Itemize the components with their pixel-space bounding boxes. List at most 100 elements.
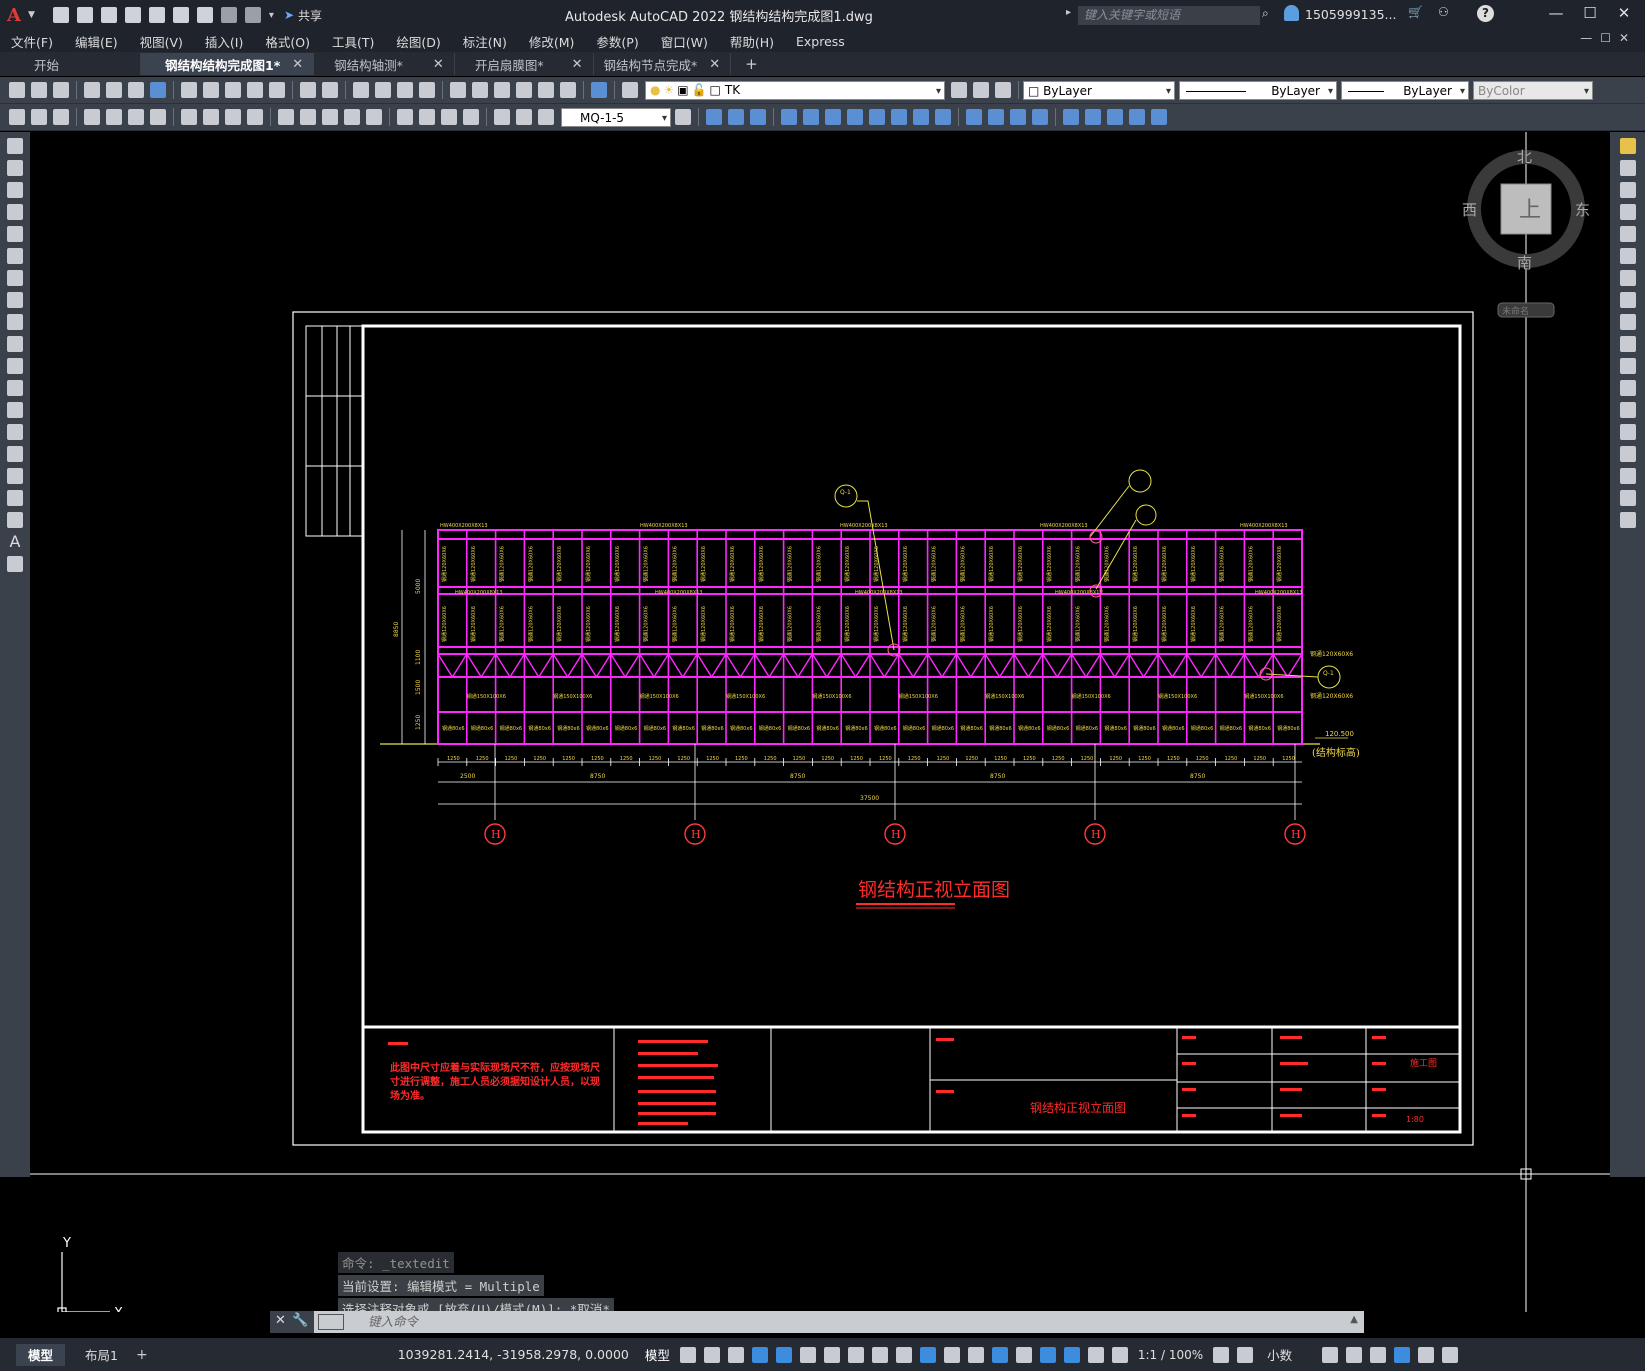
line-icon[interactable] bbox=[7, 138, 23, 154]
visual-style-c-icon[interactable] bbox=[1010, 109, 1026, 125]
customize-quick-access-icon[interactable]: ▾ bbox=[269, 10, 274, 21]
selection-cycling-icon[interactable] bbox=[943, 1346, 960, 1363]
block-editor-icon[interactable] bbox=[269, 82, 285, 98]
publish-icon[interactable] bbox=[128, 82, 144, 98]
doc-window-controls[interactable]: —☐✕ bbox=[1580, 31, 1637, 45]
join-icon[interactable] bbox=[1619, 424, 1636, 440]
search-icon[interactable]: ⌕ bbox=[1262, 6, 1269, 21]
properties-icon[interactable] bbox=[450, 82, 466, 98]
construction-line-icon[interactable] bbox=[7, 160, 23, 176]
isodraft-icon[interactable] bbox=[823, 1346, 840, 1363]
menu-dimension[interactable]: 标注(N) bbox=[463, 32, 507, 51]
snap-icon[interactable] bbox=[703, 1346, 720, 1363]
layer-dropdown[interactable]: ● ☀ ▣ 🔓 □ TK ▾ bbox=[645, 80, 945, 100]
view-c-icon[interactable] bbox=[1107, 109, 1123, 125]
plot-icon[interactable] bbox=[196, 7, 213, 23]
annotation-scale-icon[interactable] bbox=[1111, 1346, 1128, 1363]
visual-style-d-icon[interactable] bbox=[1032, 109, 1048, 125]
menu-format[interactable]: 格式(O) bbox=[265, 32, 310, 51]
viewcube-south[interactable]: 南 bbox=[1517, 254, 1532, 272]
menu-parametric[interactable]: 参数(P) bbox=[596, 32, 638, 51]
break-at-point-icon[interactable] bbox=[1619, 380, 1636, 396]
polyline-icon[interactable] bbox=[7, 182, 23, 198]
dim-baseline-icon[interactable] bbox=[300, 109, 316, 125]
tab-model[interactable]: 模型 bbox=[16, 1343, 66, 1366]
make-current-icon[interactable] bbox=[951, 82, 967, 98]
3d-osnap-icon[interactable] bbox=[967, 1346, 984, 1363]
model-space-button[interactable]: 模型 bbox=[645, 1345, 670, 1364]
polygon-icon[interactable] bbox=[7, 204, 23, 220]
zoom-previous-icon[interactable] bbox=[419, 82, 435, 98]
dynamic-input-icon[interactable] bbox=[751, 1346, 768, 1363]
lineweight-icon[interactable] bbox=[895, 1346, 912, 1363]
inspection-icon[interactable] bbox=[441, 109, 457, 125]
lineweight-dropdown[interactable]: ByLayer ▾ bbox=[1341, 80, 1469, 100]
transparency-icon[interactable] bbox=[919, 1346, 936, 1363]
mirror-icon[interactable] bbox=[1619, 182, 1636, 198]
offset-icon[interactable] bbox=[1619, 204, 1636, 220]
menu-window[interactable]: 窗口(W) bbox=[661, 32, 708, 51]
command-input[interactable]: 键入命令 bbox=[368, 1311, 1364, 1333]
viewcube-north[interactable]: 北 bbox=[1517, 148, 1532, 166]
view-b-icon[interactable] bbox=[1085, 109, 1101, 125]
menu-tools[interactable]: 工具(T) bbox=[332, 32, 374, 51]
quick-properties-icon[interactable] bbox=[1322, 1346, 1339, 1363]
menu-view[interactable]: 视图(V) bbox=[140, 32, 183, 51]
ucs-face-icon[interactable] bbox=[847, 109, 863, 125]
redo-icon[interactable] bbox=[322, 82, 338, 98]
scale-icon[interactable] bbox=[1619, 292, 1636, 308]
close-tab-icon[interactable]: ✕ bbox=[433, 57, 444, 72]
search-expand-icon[interactable]: ▸ bbox=[1066, 7, 1071, 18]
table-icon[interactable] bbox=[7, 512, 23, 528]
jogged-linear-icon[interactable] bbox=[463, 109, 479, 125]
undo-icon[interactable] bbox=[300, 82, 316, 98]
hardware-acceleration-icon[interactable] bbox=[1394, 1346, 1411, 1363]
maximize-icon[interactable]: ☐ bbox=[1579, 4, 1601, 22]
dim-diameter-icon[interactable] bbox=[225, 109, 241, 125]
calculator-icon[interactable] bbox=[560, 82, 576, 98]
rectangle-icon[interactable] bbox=[7, 226, 23, 242]
move-icon[interactable] bbox=[1619, 248, 1636, 264]
tab-casement[interactable]: 开启扇膜图* ✕ bbox=[455, 53, 594, 75]
coordinates[interactable]: 1039281.2414, -31958.2978, 0.0000 bbox=[398, 1347, 629, 1362]
lock-ui-icon[interactable] bbox=[1346, 1346, 1363, 1363]
tab-drawing-1[interactable]: 钢结构结构完成图1* ✕ bbox=[141, 53, 315, 75]
tab-layout1[interactable]: 布局1 bbox=[73, 1344, 130, 1366]
annotation-monitor-icon[interactable] bbox=[1237, 1346, 1254, 1363]
gizmo-icon[interactable] bbox=[1039, 1346, 1056, 1363]
layer-state-icon[interactable] bbox=[995, 82, 1011, 98]
ucs-previous-icon[interactable] bbox=[825, 109, 841, 125]
minimize-icon[interactable]: — bbox=[1545, 4, 1567, 22]
plotstyle-dropdown[interactable]: ByColor ▾ bbox=[1473, 80, 1593, 100]
copy-object-icon[interactable] bbox=[1619, 160, 1636, 176]
annotation-visibility-icon[interactable] bbox=[1063, 1346, 1080, 1363]
copy-icon[interactable] bbox=[203, 82, 219, 98]
paste-icon[interactable] bbox=[225, 82, 241, 98]
dim-radius-icon[interactable] bbox=[181, 109, 197, 125]
erase-icon[interactable] bbox=[1619, 138, 1636, 154]
dim-linear-icon[interactable] bbox=[84, 109, 100, 125]
object-snap-icon[interactable] bbox=[871, 1346, 888, 1363]
recent-commands-icon[interactable] bbox=[318, 1314, 344, 1330]
user-avatar-icon[interactable] bbox=[1284, 5, 1299, 21]
tab-start[interactable]: 开始 bbox=[0, 53, 141, 75]
search-input[interactable]: 键入关键字或短语 bbox=[1078, 6, 1260, 25]
undo-icon[interactable] bbox=[220, 7, 237, 23]
ucs-object-icon[interactable] bbox=[869, 109, 885, 125]
dim-aligned-icon[interactable] bbox=[106, 109, 122, 125]
menu-express[interactable]: Express bbox=[796, 34, 845, 49]
blend-icon[interactable] bbox=[1619, 490, 1636, 506]
share-icon[interactable]: ➤ bbox=[284, 8, 294, 22]
continuous-orbit-icon[interactable] bbox=[750, 109, 766, 125]
dim-angular-icon[interactable] bbox=[247, 109, 263, 125]
view-a-icon[interactable] bbox=[1063, 109, 1079, 125]
break-icon[interactable] bbox=[1619, 402, 1636, 418]
menu-draw[interactable]: 绘图(D) bbox=[396, 32, 440, 51]
linetype-dropdown[interactable]: ByLayer ▾ bbox=[1179, 80, 1337, 100]
polar-icon[interactable] bbox=[799, 1346, 816, 1363]
rotate-icon[interactable] bbox=[1619, 270, 1636, 286]
drawing-canvas[interactable]: 此图中尺寸应着与实际现场尺不符，应按现场尺寸进行调整，施工人员必须据知设计人员，… bbox=[30, 132, 1610, 1312]
spline-icon[interactable] bbox=[7, 314, 23, 330]
customization-icon[interactable] bbox=[1442, 1346, 1459, 1363]
cut-icon[interactable] bbox=[181, 82, 197, 98]
